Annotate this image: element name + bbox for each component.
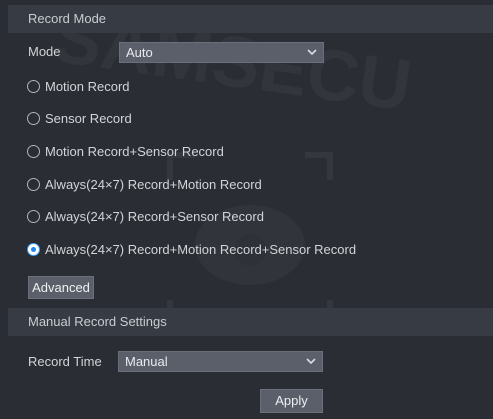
record-settings-panel: SAMSECU Record Mode Mode Auto Motion Rec…: [0, 0, 493, 419]
radio-unchecked-icon[interactable]: [27, 144, 40, 158]
mode-select-value: Auto: [126, 45, 153, 60]
radio-unchecked-icon[interactable]: [27, 79, 40, 93]
radio-unchecked-icon[interactable]: [27, 177, 40, 191]
option-label: Sensor Record: [45, 110, 132, 126]
record-time-select-value: Manual: [125, 354, 168, 369]
option-sensor-record[interactable]: Sensor Record: [27, 107, 132, 129]
radio-checked-icon[interactable]: [27, 242, 40, 256]
option-label: Always(24×7) Record+Sensor Record: [45, 208, 264, 224]
advanced-button[interactable]: Advanced: [28, 276, 94, 299]
manual-record-header: Manual Record Settings: [8, 308, 493, 336]
option-always-sensor-record[interactable]: Always(24×7) Record+Sensor Record: [27, 205, 264, 227]
mode-select[interactable]: Auto: [119, 42, 324, 63]
option-label: Always(24×7) Record+Motion Record+Sensor…: [45, 241, 357, 257]
option-always-motion-record[interactable]: Always(24×7) Record+Motion Record: [27, 173, 262, 195]
option-label: Motion Record: [45, 78, 130, 94]
record-time-select[interactable]: Manual: [118, 351, 323, 372]
option-motion-sensor-record[interactable]: Motion Record+Sensor Record: [27, 140, 224, 162]
radio-unchecked-icon[interactable]: [27, 111, 40, 125]
apply-button[interactable]: Apply: [260, 389, 323, 413]
record-mode-header: Record Mode: [8, 5, 493, 33]
chevron-down-icon: [306, 358, 316, 365]
record-time-label: Record Time: [28, 354, 102, 369]
option-motion-record[interactable]: Motion Record: [27, 75, 130, 97]
mode-label: Mode: [28, 44, 61, 59]
chevron-down-icon: [307, 49, 317, 56]
option-label: Motion Record+Sensor Record: [45, 143, 224, 159]
radio-unchecked-icon[interactable]: [27, 209, 40, 223]
option-label: Always(24×7) Record+Motion Record: [45, 176, 262, 192]
option-always-motion-sensor-record[interactable]: Always(24×7) Record+Motion Record+Sensor…: [27, 238, 356, 260]
